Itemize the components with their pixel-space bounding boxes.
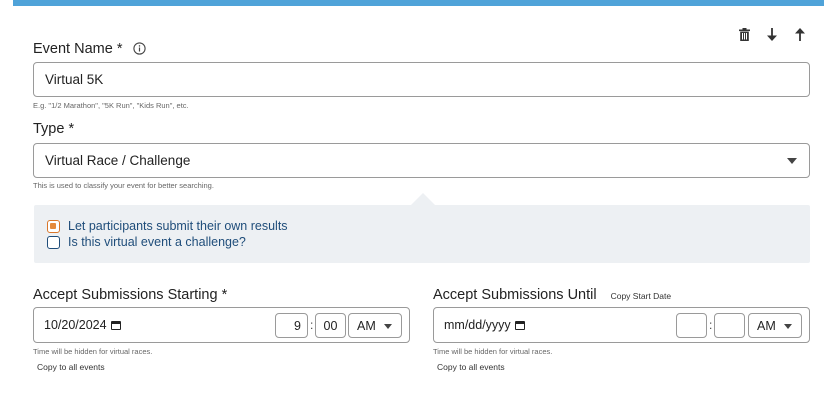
chevron-down-icon — [787, 158, 797, 164]
copy-start-date-link[interactable]: Copy Start Date — [611, 291, 671, 301]
until-ampm-value: AM — [757, 318, 776, 333]
start-date-input[interactable]: 10/20/2024 — [44, 318, 121, 332]
until-ampm-select[interactable]: AM — [748, 313, 802, 338]
event-name-label: Event Name * — [33, 41, 123, 57]
chevron-down-icon — [784, 324, 792, 329]
self-submit-option[interactable]: Let participants submit their own result… — [47, 219, 288, 233]
event-name-input[interactable]: Virtual 5K — [33, 62, 810, 97]
challenge-checkbox[interactable] — [47, 235, 60, 249]
calendar-icon[interactable] — [110, 321, 121, 330]
virtual-options-panel — [34, 205, 810, 263]
start-label: Accept Submissions Starting * — [33, 287, 228, 303]
until-date-input[interactable]: mm/dd/yyyy — [444, 318, 525, 332]
start-ampm-value: AM — [357, 318, 376, 333]
challenge-option[interactable]: Is this virtual event a challenge? — [47, 235, 246, 249]
arrow-down-icon[interactable] — [764, 26, 780, 42]
start-date-value: 10/20/2024 — [44, 318, 107, 332]
chevron-down-icon — [384, 324, 392, 329]
type-hint: This is used to classify your event for … — [33, 181, 214, 190]
until-label-row: Accept Submissions Until Copy Start Date — [433, 287, 671, 303]
event-name-hint: E.g. "1/2 Marathon", "5K Run", "Kids Run… — [33, 101, 189, 110]
arrow-up-icon[interactable] — [792, 26, 808, 42]
type-label: Type * — [33, 121, 75, 137]
type-select[interactable]: Virtual Race / Challenge — [33, 143, 810, 178]
event-name-label-row: Event Name * — [33, 41, 146, 59]
until-copy-link[interactable]: Copy to all events — [437, 362, 505, 372]
until-hint: Time will be hidden for virtual races. — [433, 347, 553, 356]
trash-icon[interactable] — [736, 26, 752, 42]
event-name-value: Virtual 5K — [45, 72, 104, 87]
until-hour-input[interactable] — [676, 313, 707, 338]
start-hour-value: 9 — [294, 318, 301, 333]
event-toolbar — [736, 26, 808, 42]
until-date-value: mm/dd/yyyy — [444, 318, 511, 332]
until-label: Accept Submissions Until — [433, 287, 597, 303]
start-hour-input[interactable]: 9 — [275, 313, 308, 338]
time-separator: : — [310, 318, 314, 332]
type-value: Virtual Race / Challenge — [45, 153, 191, 168]
self-submit-checkbox[interactable] — [47, 219, 60, 233]
start-minute-input[interactable]: 00 — [315, 313, 346, 338]
info-icon[interactable] — [132, 42, 146, 59]
time-separator: : — [709, 318, 713, 332]
start-copy-link[interactable]: Copy to all events — [37, 362, 105, 372]
self-submit-label: Let participants submit their own result… — [68, 219, 288, 233]
until-minute-input[interactable] — [714, 313, 745, 338]
start-minute-value: 00 — [323, 318, 338, 333]
calendar-icon[interactable] — [514, 321, 525, 330]
challenge-label: Is this virtual event a challenge? — [68, 235, 246, 249]
start-hint: Time will be hidden for virtual races. — [33, 347, 153, 356]
start-ampm-select[interactable]: AM — [348, 313, 402, 338]
